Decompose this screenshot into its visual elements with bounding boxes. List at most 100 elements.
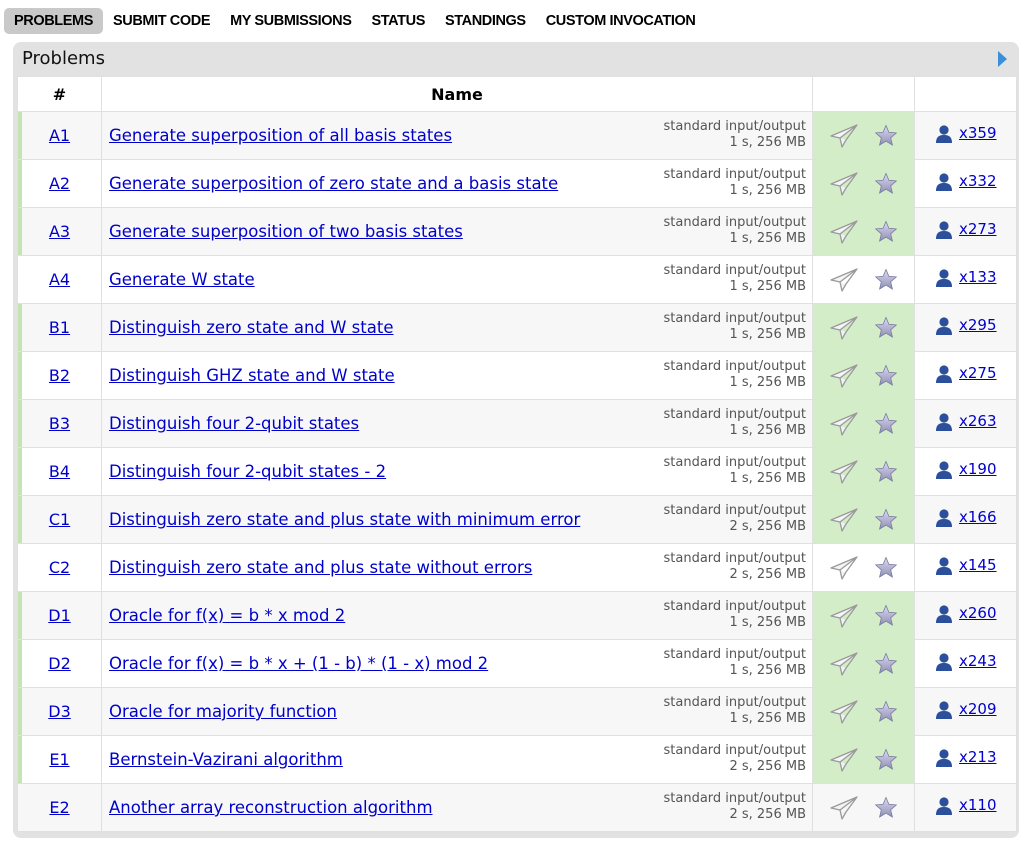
solved-count-cell: x263 <box>914 399 1017 448</box>
submit-plane-icon[interactable] <box>829 459 859 485</box>
solved-count-cell: x260 <box>914 591 1017 640</box>
toggle-arrow-icon[interactable] <box>998 51 1007 67</box>
problem-index-link[interactable]: A3 <box>49 222 70 241</box>
problem-name-link[interactable]: Oracle for f(x) = b * x mod 2 <box>109 606 345 625</box>
solved-count-link[interactable]: x275 <box>959 364 997 382</box>
submit-plane-icon[interactable] <box>829 123 859 149</box>
favorite-star-icon[interactable] <box>874 172 898 196</box>
nav-problems[interactable]: PROBLEMS <box>4 8 103 34</box>
submit-plane-icon[interactable] <box>829 267 859 293</box>
problem-name-link[interactable]: Generate W state <box>109 270 255 289</box>
solved-count-link[interactable]: x332 <box>959 172 997 190</box>
problem-index-cell: B1 <box>17 303 102 352</box>
problem-limits: standard input/output 2 s, 256 MB <box>664 743 807 775</box>
io-type: standard input/output <box>663 311 807 326</box>
problem-index-link[interactable]: A1 <box>49 126 70 145</box>
nav-status[interactable]: STATUS <box>362 8 435 34</box>
favorite-star-icon[interactable] <box>874 268 898 292</box>
submit-plane-icon[interactable] <box>829 795 859 821</box>
favorite-star-icon[interactable] <box>874 460 898 484</box>
table-row: A4 Generate W state standard input/output 1… <box>17 255 1017 304</box>
nav-my-submissions[interactable]: MY SUBMISSIONS <box>220 8 361 34</box>
problem-index-link[interactable]: D3 <box>48 702 71 721</box>
favorite-star-icon[interactable] <box>874 604 898 628</box>
user-icon <box>935 748 953 768</box>
solved-count-link[interactable]: x133 <box>959 268 997 286</box>
favorite-star-icon[interactable] <box>874 700 898 724</box>
problem-index-link[interactable]: E2 <box>49 798 69 817</box>
solved-count-link[interactable]: x295 <box>959 316 997 334</box>
submit-plane-icon[interactable] <box>829 411 859 437</box>
nav-custom-invocation[interactable]: CUSTOM INVOCATION <box>536 8 706 34</box>
problem-name-link[interactable]: Generate superposition of two basis stat… <box>109 222 463 241</box>
problem-index-link[interactable]: B4 <box>49 462 70 481</box>
favorite-star-icon[interactable] <box>874 220 898 244</box>
submit-plane-icon[interactable] <box>829 555 859 581</box>
submit-plane-icon[interactable] <box>829 651 859 677</box>
problem-name-link[interactable]: Oracle for majority function <box>109 702 337 721</box>
problem-name-link[interactable]: Distinguish four 2-qubit states <box>109 414 359 433</box>
submit-plane-icon[interactable] <box>829 315 859 341</box>
solved-count-link[interactable]: x166 <box>959 508 997 526</box>
solved-count-link[interactable]: x273 <box>959 220 997 238</box>
problem-actions-cell <box>812 687 915 736</box>
solved-count-link[interactable]: x190 <box>959 460 997 478</box>
submit-plane-icon[interactable] <box>829 507 859 533</box>
favorite-star-icon[interactable] <box>874 316 898 340</box>
time-memory-limits: 1 s, 256 MB <box>729 183 806 198</box>
favorite-star-icon[interactable] <box>874 652 898 676</box>
time-memory-limits: 1 s, 256 MB <box>729 327 806 342</box>
submit-plane-icon[interactable] <box>829 699 859 725</box>
problem-index-link[interactable]: A2 <box>49 174 70 193</box>
problem-name-link[interactable]: Oracle for f(x) = b * x + (1 - b) * (1 -… <box>109 654 488 673</box>
table-row: B3 Distinguish four 2-qubit states standar… <box>17 399 1017 448</box>
problem-name-link[interactable]: Another array reconstruction algorithm <box>109 798 433 817</box>
problem-actions-cell <box>812 495 915 544</box>
favorite-star-icon[interactable] <box>874 556 898 580</box>
favorite-star-icon[interactable] <box>874 124 898 148</box>
solved-count-link[interactable]: x209 <box>959 700 997 718</box>
solved-count-link[interactable]: x145 <box>959 556 997 574</box>
nav-standings[interactable]: STANDINGS <box>435 8 536 34</box>
submit-plane-icon[interactable] <box>829 363 859 389</box>
problem-index-link[interactable]: C1 <box>49 510 70 529</box>
problem-name-link[interactable]: Distinguish four 2-qubit states - 2 <box>109 462 386 481</box>
submit-plane-icon[interactable] <box>829 219 859 245</box>
submit-plane-icon[interactable] <box>829 747 859 773</box>
nav-submit-code[interactable]: SUBMIT CODE <box>103 8 220 34</box>
problem-index-link[interactable]: C2 <box>49 558 70 577</box>
favorite-star-icon[interactable] <box>874 412 898 436</box>
problem-index-link[interactable]: B3 <box>49 414 70 433</box>
table-row: A3 Generate superposition of two basis st… <box>17 207 1017 256</box>
problem-name-link[interactable]: Distinguish zero state and W state <box>109 318 393 337</box>
submit-plane-icon[interactable] <box>829 603 859 629</box>
solved-count-link[interactable]: x359 <box>959 124 997 142</box>
problem-index-link[interactable]: D1 <box>48 606 71 625</box>
submit-plane-icon[interactable] <box>829 171 859 197</box>
favorite-star-icon[interactable] <box>874 748 898 772</box>
io-type: standard input/output <box>663 263 807 278</box>
solved-count-link[interactable]: x260 <box>959 604 997 622</box>
problem-actions-cell <box>812 159 915 208</box>
problem-name-link[interactable]: Distinguish zero state and plus state wi… <box>109 510 580 529</box>
problem-name-link[interactable]: Distinguish zero state and plus state wi… <box>109 558 532 577</box>
favorite-star-icon[interactable] <box>874 796 898 820</box>
solved-count-link[interactable]: x213 <box>959 748 997 766</box>
problem-index-link[interactable]: D2 <box>48 654 71 673</box>
problem-index-link[interactable]: B1 <box>49 318 70 337</box>
user-icon <box>935 124 953 144</box>
favorite-star-icon[interactable] <box>874 364 898 388</box>
solved-count-link[interactable]: x263 <box>959 412 997 430</box>
problem-name-link[interactable]: Distinguish GHZ state and W state <box>109 366 395 385</box>
problem-name-link[interactable]: Bernstein-Vazirani algorithm <box>109 750 343 769</box>
problem-name-link[interactable]: Generate superposition of all basis stat… <box>109 126 452 145</box>
problem-name-link[interactable]: Generate superposition of zero state and… <box>109 174 558 193</box>
problem-index-link[interactable]: B2 <box>49 366 70 385</box>
problem-index-link[interactable]: A4 <box>49 270 70 289</box>
problem-name-cell: Bernstein-Vazirani algorithm standard inp… <box>101 735 813 784</box>
solved-count-link[interactable]: x110 <box>959 796 997 814</box>
problem-index-link[interactable]: E1 <box>49 750 69 769</box>
solved-count-link[interactable]: x243 <box>959 652 997 670</box>
favorite-star-icon[interactable] <box>874 508 898 532</box>
problem-actions-cell <box>812 735 915 784</box>
